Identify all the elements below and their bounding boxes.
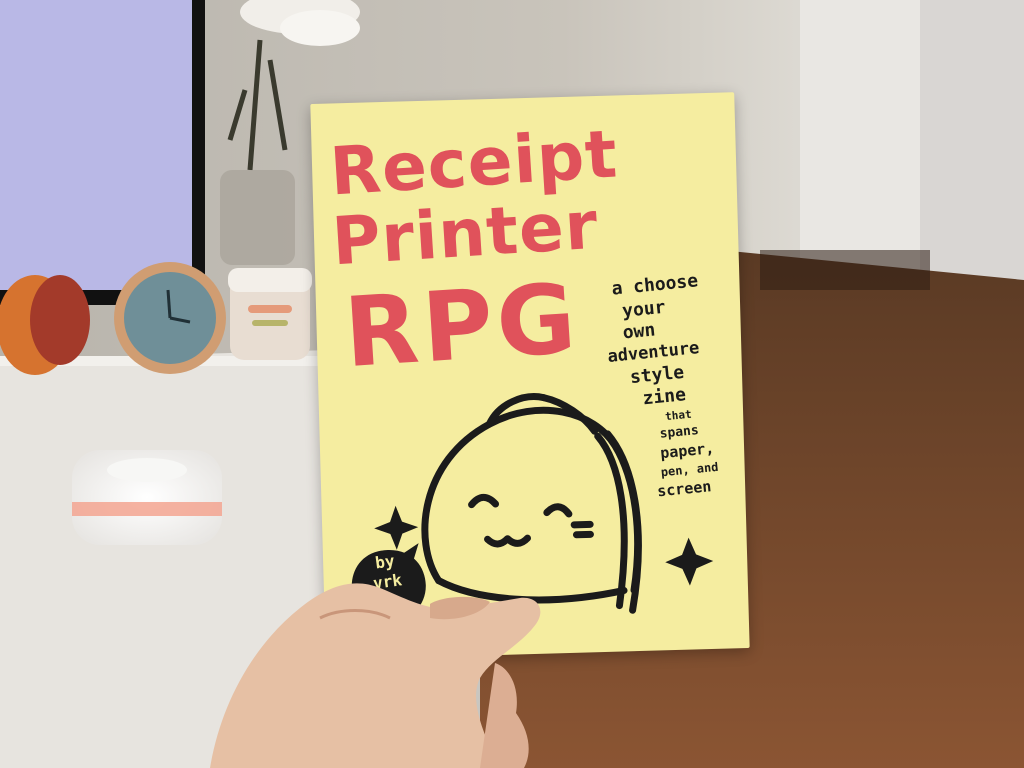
tagline-1: a choose — [610, 270, 699, 300]
hand-icon — [210, 583, 541, 768]
tagline-3: own — [621, 319, 657, 344]
photo-scene: Receipt Printer RPG a choose your own ad… — [0, 0, 1024, 768]
monitor-screen — [0, 0, 192, 290]
floor-shadow — [760, 250, 930, 290]
jar-icon — [228, 268, 312, 360]
tagline-2: your — [621, 296, 667, 322]
desk-objects — [0, 262, 312, 375]
tagline-4: adventure — [606, 338, 701, 367]
title-line-3: RPG — [341, 262, 583, 390]
